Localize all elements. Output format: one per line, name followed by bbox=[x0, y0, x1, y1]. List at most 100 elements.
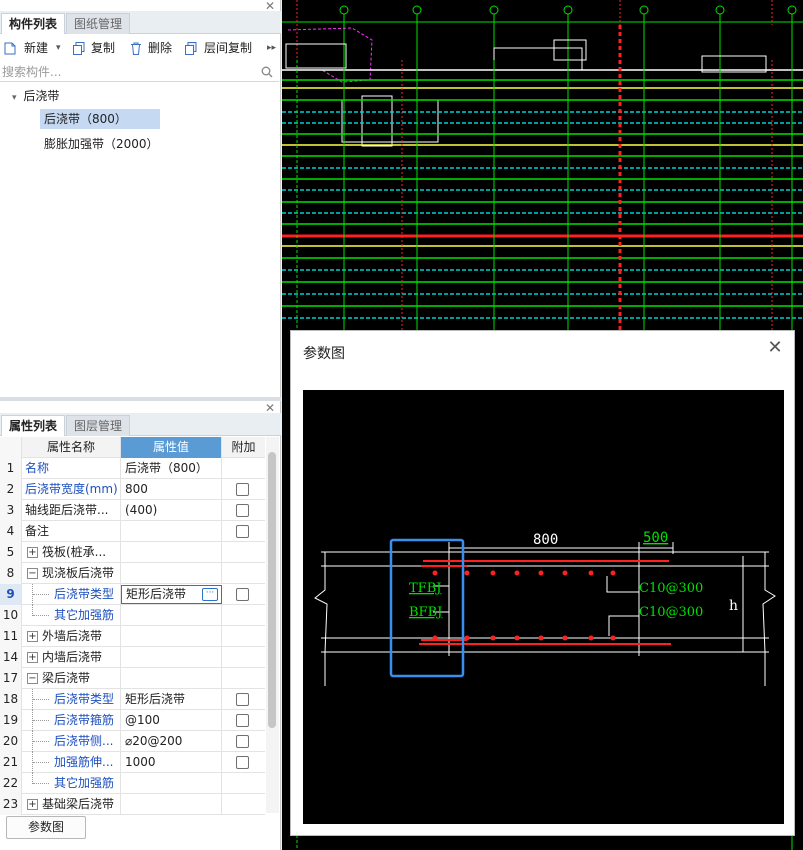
table-row[interactable]: 20 后浇带侧... ⌀20@200 bbox=[0, 731, 265, 752]
collapse-icon[interactable]: − bbox=[27, 568, 38, 579]
extra-checkbox[interactable] bbox=[236, 714, 249, 727]
rebar-lines bbox=[419, 560, 671, 645]
table-row[interactable]: 19 后浇带箍筋 @100 bbox=[0, 710, 265, 731]
row-extra bbox=[222, 542, 265, 563]
row-num: 9 bbox=[0, 584, 22, 605]
row-value[interactable]: 1000 bbox=[121, 752, 222, 773]
row-name-text: 后浇带类型 bbox=[54, 587, 115, 601]
search-bar bbox=[0, 62, 279, 82]
tree-item-expansion-band[interactable]: 膨胀加强带（2000） bbox=[44, 134, 159, 154]
table-row[interactable]: 8 现浇板后浇带 − bbox=[0, 563, 265, 584]
table-row[interactable]: 11 外墙后浇带 + bbox=[0, 626, 265, 647]
row-value bbox=[121, 626, 222, 647]
row-value[interactable]: ⌀20@200 bbox=[121, 731, 222, 752]
table-row[interactable]: 3 轴线距后浇带... (400) bbox=[0, 500, 265, 521]
row-num: 22 bbox=[0, 773, 22, 794]
row-extra bbox=[222, 458, 265, 479]
table-row[interactable]: 5 筏板(桩承... + bbox=[0, 542, 265, 563]
tree-guide bbox=[33, 720, 49, 721]
table-row[interactable]: 21 加强筋伸... 1000 bbox=[0, 752, 265, 773]
row-extra bbox=[222, 773, 265, 794]
row-num: 3 bbox=[0, 500, 22, 521]
ellipsis-icon[interactable]: ··· bbox=[202, 588, 218, 601]
row-value[interactable]: 800 bbox=[121, 479, 222, 500]
row-num: 11 bbox=[0, 626, 22, 647]
row-value[interactable]: 后浇带（800） bbox=[121, 458, 222, 479]
extra-checkbox[interactable] bbox=[236, 483, 249, 496]
extra-checkbox[interactable] bbox=[236, 756, 249, 769]
tab-drawing-management[interactable]: 图纸管理 bbox=[66, 13, 131, 34]
extra-checkbox[interactable] bbox=[236, 735, 249, 748]
search-input[interactable] bbox=[2, 63, 252, 81]
row-extra bbox=[222, 689, 265, 710]
row-num: 23 bbox=[0, 794, 22, 815]
extra-checkbox[interactable] bbox=[236, 693, 249, 706]
row-extra bbox=[222, 731, 265, 752]
rebar-dots bbox=[432, 570, 616, 641]
expand-icon[interactable]: + bbox=[27, 547, 38, 558]
scrollbar-thumb[interactable] bbox=[268, 452, 276, 728]
row-value bbox=[121, 563, 222, 584]
table-row[interactable]: 1 名称 后浇带（800） bbox=[0, 458, 265, 479]
copy-button[interactable]: 复制 bbox=[91, 36, 115, 60]
row-name-text: 后浇带箍筋 bbox=[54, 713, 115, 727]
extra-checkbox[interactable] bbox=[236, 588, 249, 601]
extra-checkbox[interactable] bbox=[236, 504, 249, 517]
row-value[interactable]: (400) bbox=[121, 500, 222, 521]
table-row[interactable]: 22 其它加强筋 bbox=[0, 773, 265, 794]
row-value bbox=[121, 794, 222, 815]
new-button[interactable]: 新建 bbox=[24, 36, 48, 60]
collapse-arrow-icon[interactable]: ▾ bbox=[12, 93, 17, 103]
panel-splitter[interactable] bbox=[0, 397, 281, 401]
row-name-text: 筏板(桩承... bbox=[42, 545, 107, 559]
row-value bbox=[121, 647, 222, 668]
new-dropdown-icon[interactable]: ▾ bbox=[56, 36, 61, 60]
tree-item-label: 后浇带（800） bbox=[44, 112, 127, 126]
extra-checkbox[interactable] bbox=[236, 525, 249, 538]
row-name-text: 外墙后浇带 bbox=[42, 629, 103, 643]
table-row[interactable]: 23 基础梁后浇带 + bbox=[0, 794, 265, 815]
tab-property-list[interactable]: 属性列表 bbox=[1, 415, 66, 436]
table-row[interactable]: 18 后浇带类型 矩形后浇带 bbox=[0, 689, 265, 710]
row-name: 轴线距后浇带... bbox=[22, 500, 121, 521]
header-num bbox=[0, 437, 22, 458]
component-toolbar: 新建 ▾ 复制 删除 层间复制 ▸▸ bbox=[0, 36, 281, 60]
row-value[interactable]: @100 bbox=[121, 710, 222, 731]
header-value: 属性值 bbox=[121, 437, 222, 458]
row-value[interactable] bbox=[121, 521, 222, 542]
table-row[interactable]: 10 其它加强筋 bbox=[0, 605, 265, 626]
row-value[interactable]: 矩形后浇带 bbox=[121, 689, 222, 710]
close-icon[interactable]: ✕ bbox=[766, 339, 784, 357]
row-extra bbox=[222, 647, 265, 668]
table-row[interactable]: 14 内墙后浇带 + bbox=[0, 647, 265, 668]
delete-button[interactable]: 删除 bbox=[148, 36, 172, 60]
expand-icon[interactable]: + bbox=[27, 652, 38, 663]
tree-root[interactable]: ▾ 后浇带 bbox=[12, 86, 59, 106]
row-extra bbox=[222, 521, 265, 542]
table-row[interactable]: 2 后浇带宽度(mm) 800 bbox=[0, 479, 265, 500]
row-value bbox=[121, 605, 222, 626]
collapse-icon[interactable]: − bbox=[27, 673, 38, 684]
row-num: 21 bbox=[0, 752, 22, 773]
tab-component-list[interactable]: 构件列表 bbox=[1, 13, 66, 34]
floor-copy-button[interactable]: 层间复制 bbox=[204, 36, 252, 60]
table-row[interactable]: 9 后浇带类型 矩形后浇带 ··· bbox=[0, 584, 265, 605]
tree-guide bbox=[33, 762, 49, 763]
tree-item-label: 膨胀加强带（2000） bbox=[44, 137, 159, 151]
tree-item-post-pour-800[interactable]: 后浇带（800） bbox=[40, 109, 160, 129]
table-row[interactable]: 17 梁后浇带 − bbox=[0, 668, 265, 689]
expand-icon[interactable]: + bbox=[27, 799, 38, 810]
value-editor[interactable]: 矩形后浇带 ··· bbox=[121, 585, 222, 604]
search-icon[interactable] bbox=[261, 66, 273, 78]
tree-root-label: 后浇带 bbox=[23, 89, 60, 103]
tab-layer-management[interactable]: 图层管理 bbox=[66, 415, 131, 436]
row-value bbox=[121, 668, 222, 689]
more-icon[interactable]: ▸▸ bbox=[267, 36, 276, 60]
table-row[interactable]: 4 备注 bbox=[0, 521, 265, 542]
expand-icon[interactable]: + bbox=[27, 631, 38, 642]
row-name-text: 其它加强筋 bbox=[54, 776, 115, 790]
param-diagram-button[interactable]: 参数图 bbox=[6, 816, 86, 839]
row-name: 名称 bbox=[22, 458, 121, 479]
row-name-text: 现浇板后浇带 bbox=[42, 566, 115, 580]
section-diagram: 800 500 TFBJ BFBJ C10@300 C10@300 h bbox=[303, 390, 784, 824]
